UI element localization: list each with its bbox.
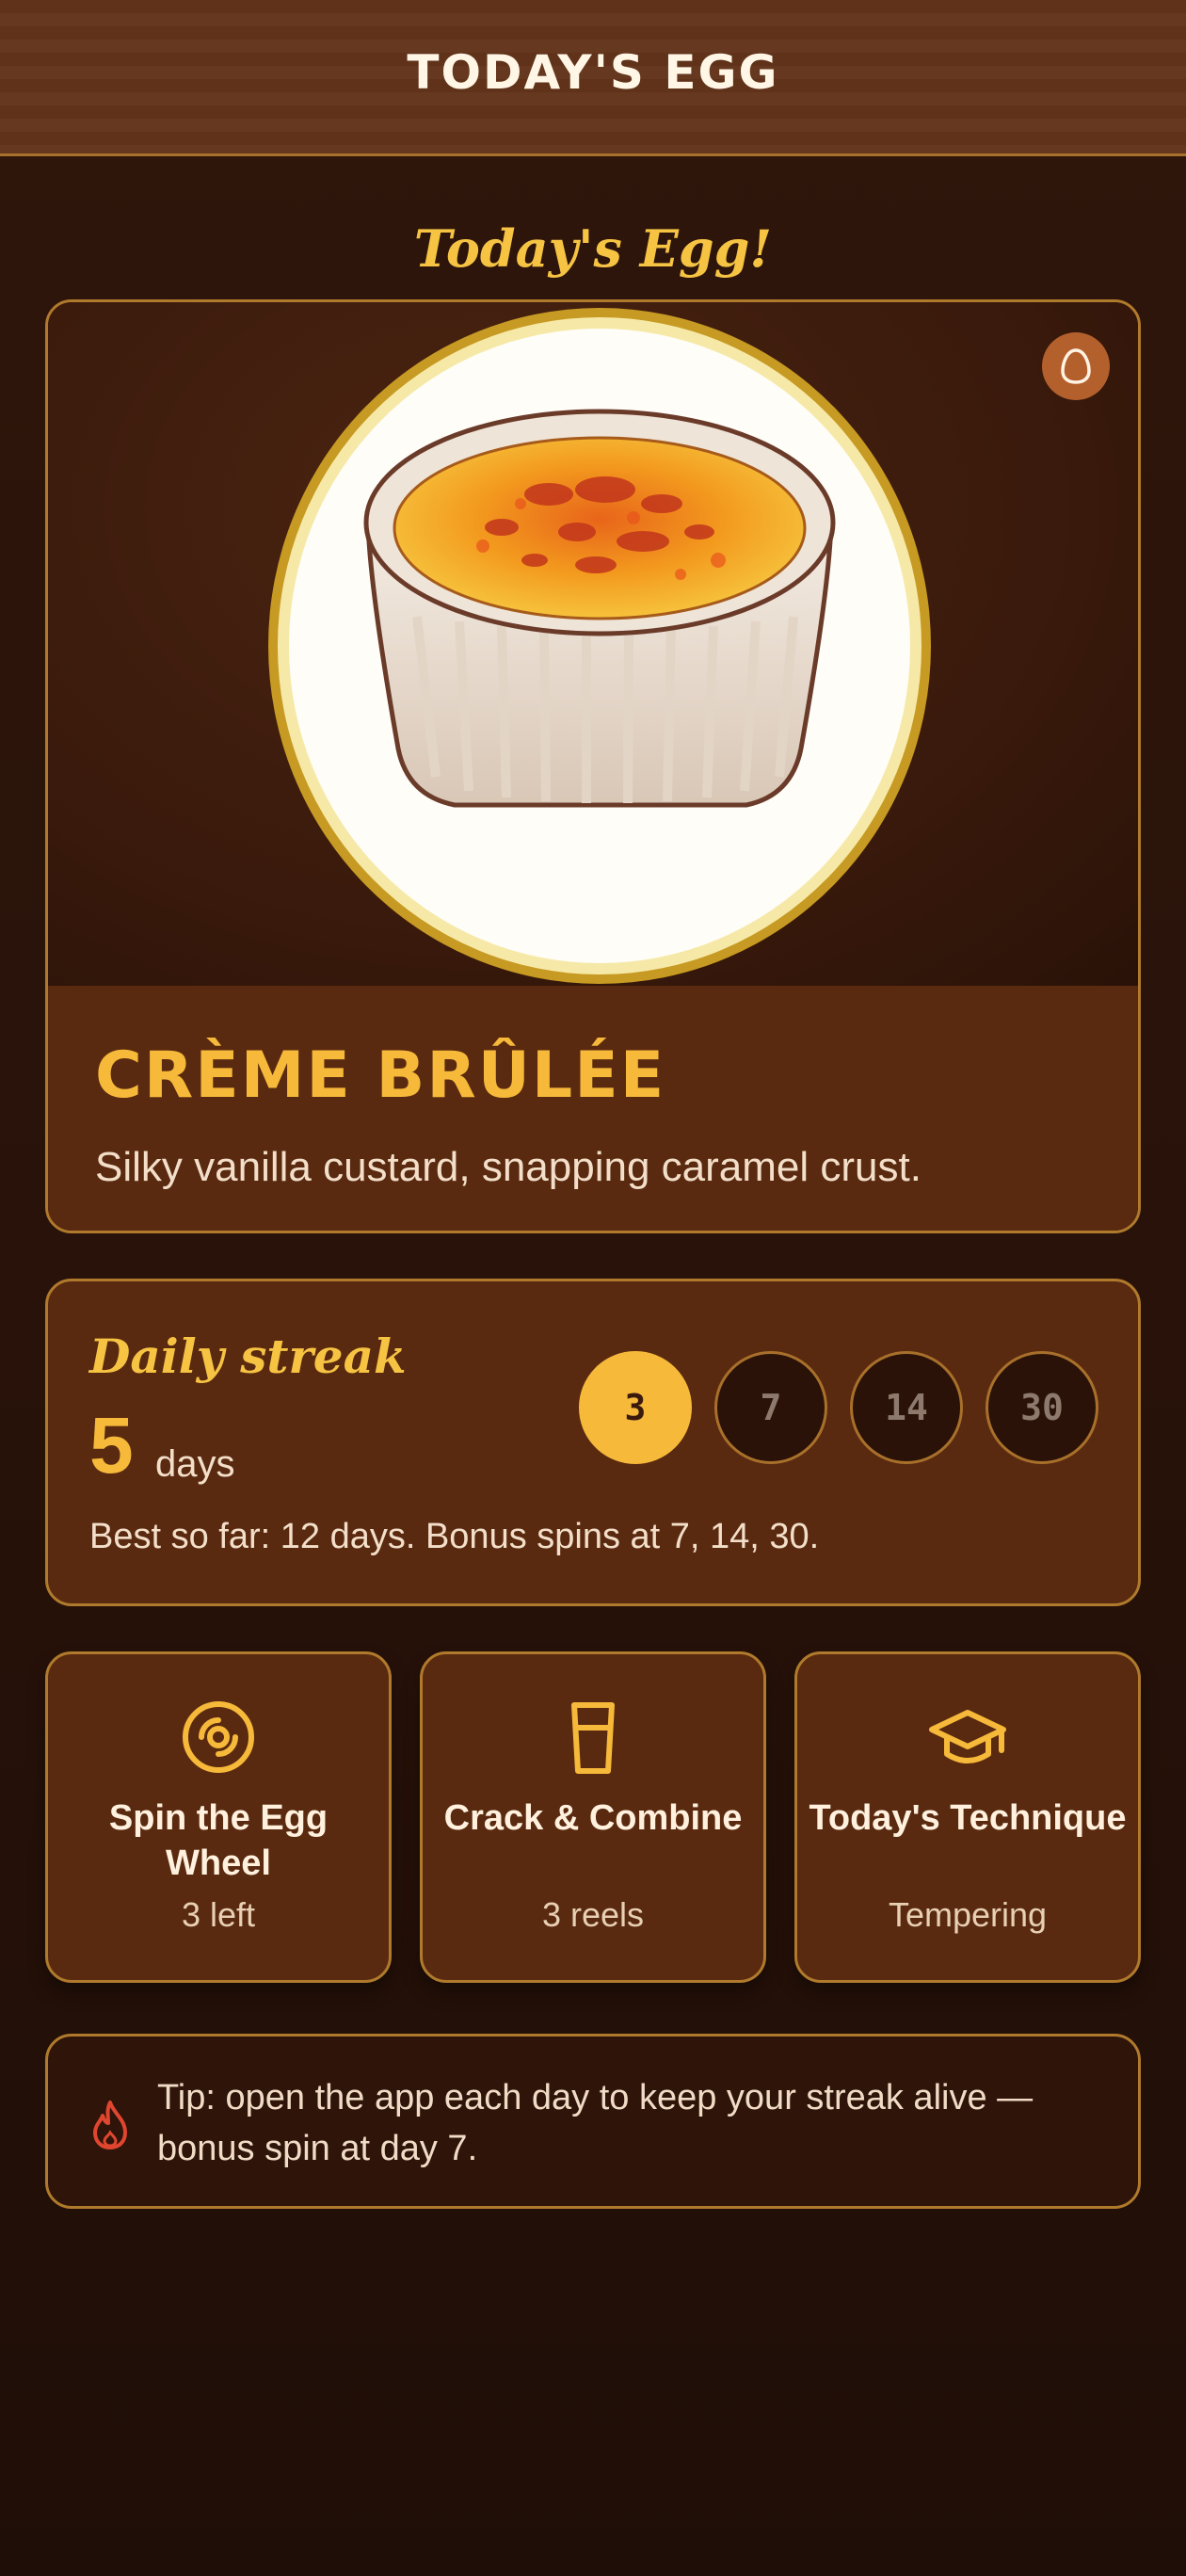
spin-wheel-tile[interactable]: Spin the Egg Wheel 3 left: [45, 1651, 392, 1983]
tile-title: Crack & Combine: [443, 1798, 743, 1838]
flame-icon: [93, 2101, 127, 2149]
creme-brulee-image: [268, 308, 931, 984]
crack-combine-tile[interactable]: Crack & Combine 3 reels: [420, 1651, 766, 1983]
tile-subtitle: 3 reels: [541, 1895, 645, 1934]
spin-wheel-icon: [183, 1701, 254, 1773]
milestone-3: 3: [579, 1351, 692, 1464]
tile-subtitle: Tempering: [888, 1895, 1048, 1934]
streak-best-text: Best so far: 12 days. Bonus spins at 7, …: [89, 1517, 820, 1556]
app-root: TODAY'S EGG Today's Egg! CRÈME BRÛLÉE Si…: [0, 0, 1186, 2576]
milestone-7: 7: [714, 1351, 827, 1464]
streak-label: Daily streak: [89, 1328, 407, 1384]
tip-text: Tip: open the app each day to keep your …: [157, 2078, 1034, 2168]
technique-tile[interactable]: Today's Technique Tempering: [794, 1651, 1141, 1983]
graduation-cap-icon: [929, 1710, 1006, 1763]
header-title: TODAY'S EGG: [407, 45, 779, 100]
app-header: TODAY'S EGG: [0, 0, 1186, 156]
milestone-30: 30: [986, 1351, 1098, 1464]
streak-count: 5: [89, 1401, 134, 1489]
egg-image-area: [48, 302, 1138, 986]
tile-subtitle: 3 left: [181, 1895, 256, 1934]
tile-title: Spin the Egg Wheel: [108, 1798, 329, 1883]
egg-icon: [1061, 348, 1091, 384]
milestone-14: 14: [850, 1351, 963, 1464]
section-heading: Today's Egg!: [413, 218, 773, 279]
cup-icon: [571, 1702, 615, 1774]
egg-card[interactable]: CRÈME BRÛLÉE Silky vanilla custard, snap…: [45, 299, 1141, 1233]
streak-unit: days: [155, 1443, 235, 1485]
egg-name: CRÈME BRÛLÉE: [95, 1038, 666, 1113]
tile-title: Today's Technique: [809, 1798, 1127, 1838]
streak-card: Daily streak 5 days 3 7 14 30 Best so fa…: [45, 1279, 1141, 1606]
egg-info: CRÈME BRÛLÉE Silky vanilla custard, snap…: [48, 986, 1138, 1231]
egg-description: Silky vanilla custard, snapping caramel …: [95, 1144, 922, 1190]
egg-badge[interactable]: [1042, 332, 1110, 400]
streak-milestones: 3 7 14 30: [579, 1351, 1098, 1464]
tip-card: Tip: open the app each day to keep your …: [45, 2034, 1141, 2209]
